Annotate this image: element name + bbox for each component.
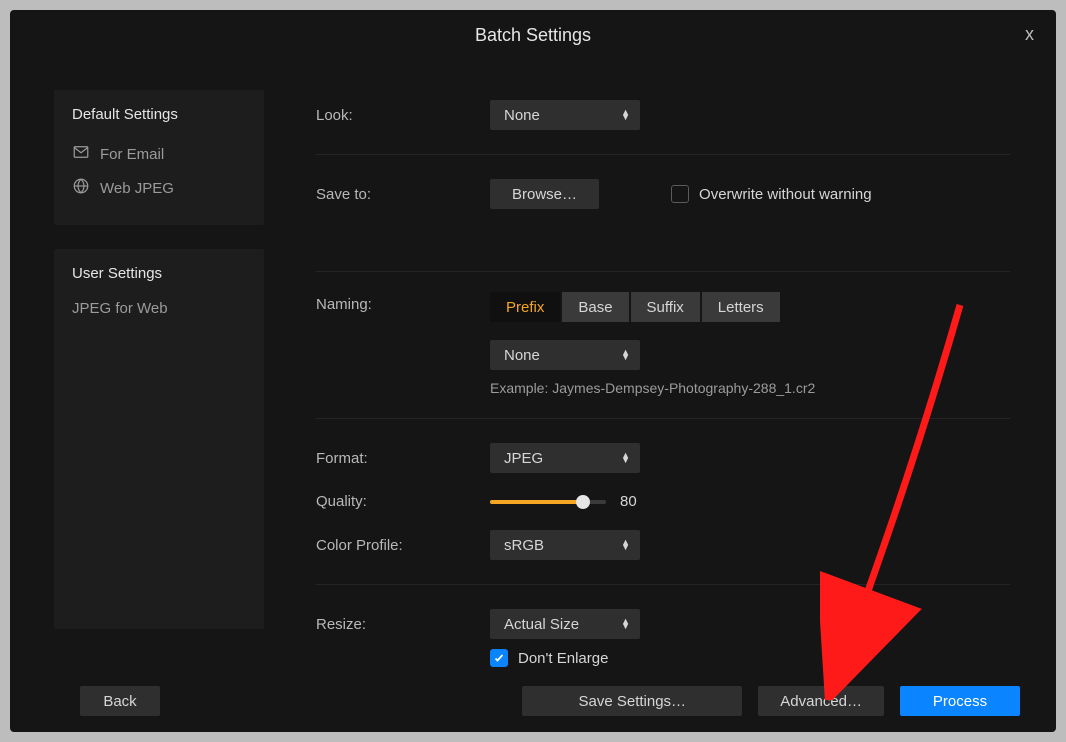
user-settings-heading: User Settings: [72, 265, 246, 282]
footer: Back Save Settings… Advanced… Process: [10, 670, 1056, 732]
checkbox-checked-icon: [490, 649, 508, 667]
naming-example: Example: Jaymes-Dempsey-Photography-288_…: [490, 380, 1010, 396]
format-value: JPEG: [504, 450, 543, 467]
user-settings-card: User Settings JPEG for Web: [54, 249, 264, 629]
naming-segmented: Prefix Base Suffix Letters: [490, 292, 782, 322]
divider: [316, 271, 1010, 272]
tab-letters[interactable]: Letters: [702, 292, 780, 322]
row-quality: Quality: 80: [316, 483, 1010, 520]
stepper-icon: ▲▼: [621, 540, 630, 550]
format-select[interactable]: JPEG ▲▼: [490, 443, 640, 473]
format-label: Format:: [316, 450, 490, 467]
naming-label: Naming:: [316, 292, 490, 313]
stepper-icon: ▲▼: [621, 619, 630, 629]
slider-fill: [490, 500, 583, 504]
batch-settings-window: Batch Settings x Default Settings For Em…: [10, 10, 1056, 732]
dont-enlarge-checkbox[interactable]: Don't Enlarge: [490, 649, 608, 667]
titlebar: Batch Settings x: [10, 10, 1056, 60]
resize-value: Actual Size: [504, 616, 579, 633]
stepper-icon: ▲▼: [621, 110, 630, 120]
naming-value: None: [504, 347, 540, 364]
quality-slider[interactable]: [490, 500, 606, 504]
sidebar-item-label: For Email: [100, 146, 164, 163]
color-profile-label: Color Profile:: [316, 537, 490, 554]
window-body: Default Settings For Email Web JPEG User…: [10, 60, 1056, 732]
save-to-label: Save to:: [316, 186, 490, 203]
form-area: Look: None ▲▼ Save to: Browse… Overwrite…: [260, 60, 1056, 732]
naming-select[interactable]: None ▲▼: [490, 340, 640, 370]
color-profile-select[interactable]: sRGB ▲▼: [490, 530, 640, 560]
look-select[interactable]: None ▲▼: [490, 100, 640, 130]
row-format: Format: JPEG ▲▼: [316, 433, 1010, 483]
sidebar-item-label: Web JPEG: [100, 180, 174, 197]
sidebar: Default Settings For Email Web JPEG User…: [10, 60, 260, 732]
resize-label: Resize:: [316, 616, 490, 633]
tab-prefix[interactable]: Prefix: [490, 292, 560, 322]
tab-base[interactable]: Base: [562, 292, 628, 322]
globe-icon: [72, 177, 90, 199]
resize-select[interactable]: Actual Size ▲▼: [490, 609, 640, 639]
row-naming: Naming: Prefix Base Suffix Letters: [316, 286, 1010, 332]
advanced-button[interactable]: Advanced…: [758, 686, 884, 716]
row-resize: Resize: Actual Size ▲▼: [316, 599, 1010, 649]
look-label: Look:: [316, 107, 490, 124]
divider: [316, 418, 1010, 419]
stepper-icon: ▲▼: [621, 453, 630, 463]
process-button[interactable]: Process: [900, 686, 1020, 716]
checkbox-box-icon: [671, 185, 689, 203]
quality-value: 80: [620, 493, 637, 510]
mail-icon: [72, 143, 90, 165]
row-color-profile: Color Profile: sRGB ▲▼: [316, 520, 1010, 570]
color-profile-value: sRGB: [504, 537, 544, 554]
stepper-icon: ▲▼: [621, 350, 630, 360]
overwrite-checkbox[interactable]: Overwrite without warning: [671, 185, 872, 203]
default-settings-heading: Default Settings: [72, 106, 246, 123]
save-settings-button[interactable]: Save Settings…: [522, 686, 742, 716]
close-icon[interactable]: x: [1025, 24, 1034, 45]
quality-label: Quality:: [316, 493, 490, 510]
window-title: Batch Settings: [475, 25, 591, 46]
look-value: None: [504, 107, 540, 124]
sidebar-item-web-jpeg[interactable]: Web JPEG: [72, 171, 246, 205]
tab-suffix[interactable]: Suffix: [631, 292, 700, 322]
sidebar-item-for-email[interactable]: For Email: [72, 137, 246, 171]
default-settings-card: Default Settings For Email Web JPEG: [54, 90, 264, 225]
dont-enlarge-label: Don't Enlarge: [518, 650, 608, 667]
slider-knob-icon[interactable]: [576, 495, 590, 509]
browse-button[interactable]: Browse…: [490, 179, 599, 209]
divider: [316, 584, 1010, 585]
sidebar-item-jpeg-for-web[interactable]: JPEG for Web: [72, 296, 246, 321]
row-look: Look: None ▲▼: [316, 90, 1010, 140]
divider: [316, 154, 1010, 155]
back-button[interactable]: Back: [80, 686, 160, 716]
row-save-to: Save to: Browse… Overwrite without warni…: [316, 169, 1010, 219]
overwrite-label: Overwrite without warning: [699, 186, 872, 203]
